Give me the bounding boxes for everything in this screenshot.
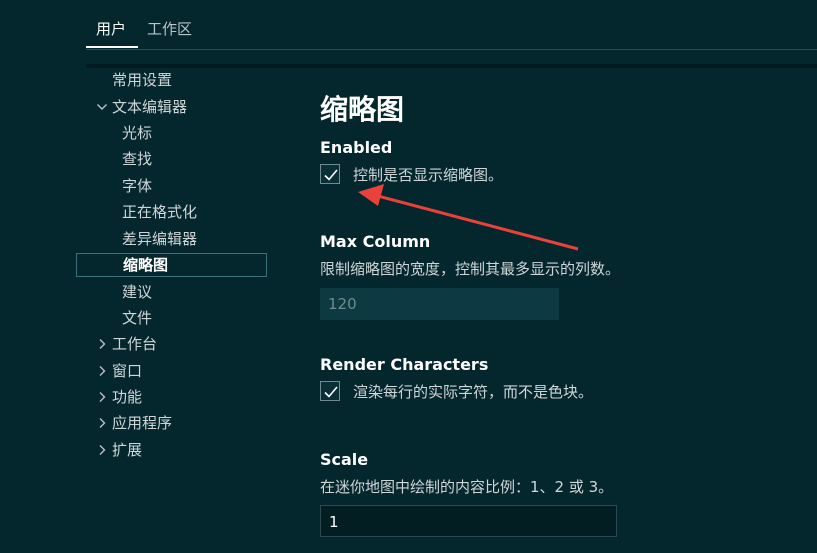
setting-title-enabled: Enabled: [320, 138, 393, 157]
tabs-divider: [86, 49, 817, 50]
section-title: 缩略图: [320, 93, 405, 126]
scale-input[interactable]: 1: [320, 505, 617, 537]
setting-desc-enabled: 控制是否显示缩略图。: [353, 166, 504, 184]
sidebar-item-label: 工作台: [112, 335, 158, 353]
sidebar-item-window[interactable]: 窗口: [99, 359, 143, 383]
checkmark-icon: [324, 386, 338, 398]
sidebar-item-features[interactable]: 功能: [99, 385, 143, 409]
setting-title-render-characters: Render Characters: [320, 355, 489, 374]
sidebar-item-extensions[interactable]: 扩展: [99, 438, 143, 462]
sidebar-item-workbench[interactable]: 工作台: [99, 332, 158, 356]
sidebar-item-label: 扩展: [112, 441, 143, 459]
sidebar-item-label: 文本编辑器: [112, 98, 188, 116]
sidebar-item-label: 字体: [122, 177, 153, 195]
setting-desc-scale: 在迷你地图中绘制的内容比例：1、2 或 3。: [320, 478, 614, 496]
tab-user[interactable]: 用户: [96, 18, 126, 40]
sidebar-item-formatting[interactable]: 正在格式化: [122, 200, 197, 224]
settings-list: 缩略图 Enabled 控制是否显示缩略图。 Max Column 限制缩略图的…: [320, 68, 817, 553]
settings-scope-tabs: 用户 工作区: [0, 0, 817, 50]
sidebar-item-suggestions[interactable]: 建议: [122, 280, 152, 304]
sidebar-item-minimap-selected[interactable]: 缩略图: [76, 253, 267, 277]
sidebar-item-label: 缩略图: [123, 256, 169, 274]
tab-workspace[interactable]: 工作区: [147, 18, 192, 40]
chevron-right-icon: [96, 438, 108, 471]
sidebar-item-label: 正在格式化: [122, 203, 198, 221]
settings-editor: 用户 工作区 常用设置 文本编辑器 光标 查找 字体 正在格式化 差异编辑器 缩…: [0, 0, 817, 553]
sidebar-item-label: 功能: [112, 388, 143, 406]
sidebar-item-label: 应用程序: [112, 414, 173, 432]
sidebar-item-font[interactable]: 字体: [122, 174, 152, 198]
sidebar-item-label: 光标: [122, 124, 153, 142]
max-column-input[interactable]: 120: [320, 288, 559, 320]
enabled-checkbox[interactable]: [320, 164, 340, 184]
setting-desc-render-characters: 渲染每行的实际字符，而不是色块。: [353, 383, 594, 401]
sidebar-item-label: 窗口: [112, 362, 143, 380]
setting-title-scale: Scale: [320, 450, 369, 469]
sidebar-item-label: 文件: [122, 309, 153, 327]
sidebar-item-diff-editor[interactable]: 差异编辑器: [122, 227, 197, 251]
sidebar-item-application[interactable]: 应用程序: [99, 411, 173, 435]
setting-title-max-column: Max Column: [320, 232, 431, 251]
active-tab-indicator: [86, 46, 138, 48]
sidebar-item-label: 查找: [122, 150, 153, 168]
sidebar-item-text-editor[interactable]: 文本编辑器: [97, 95, 188, 119]
sidebar-item-label: 建议: [122, 283, 153, 301]
sidebar-item-common[interactable]: 常用设置: [112, 68, 172, 92]
setting-desc-max-column: 限制缩略图的宽度，控制其最多显示的列数。: [320, 260, 621, 278]
settings-toc: 常用设置 文本编辑器 光标 查找 字体 正在格式化 差异编辑器 缩略图 建议 文…: [76, 68, 268, 468]
checkmark-icon: [324, 169, 338, 181]
sidebar-item-label: 差异编辑器: [122, 230, 198, 248]
sidebar-item-files[interactable]: 文件: [122, 306, 152, 330]
chevron-down-icon: [96, 95, 108, 128]
sidebar-item-label: 常用设置: [112, 71, 173, 89]
sidebar-item-cursor[interactable]: 光标: [122, 121, 152, 145]
render-characters-checkbox[interactable]: [320, 381, 340, 401]
sidebar-item-find[interactable]: 查找: [122, 147, 152, 171]
